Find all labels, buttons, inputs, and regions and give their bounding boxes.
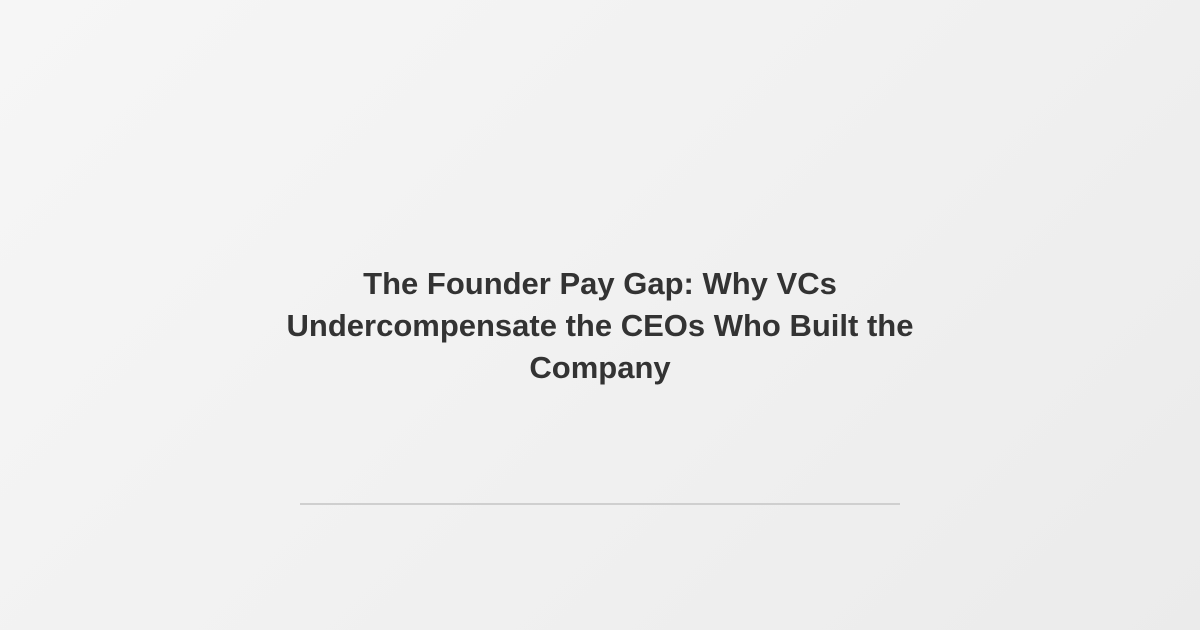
article-title: The Founder Pay Gap: Why VCs Undercompen… <box>286 266 914 385</box>
social-share-card: The Founder Pay Gap: Why VCs Undercompen… <box>0 0 1200 630</box>
divider-line <box>300 503 900 505</box>
